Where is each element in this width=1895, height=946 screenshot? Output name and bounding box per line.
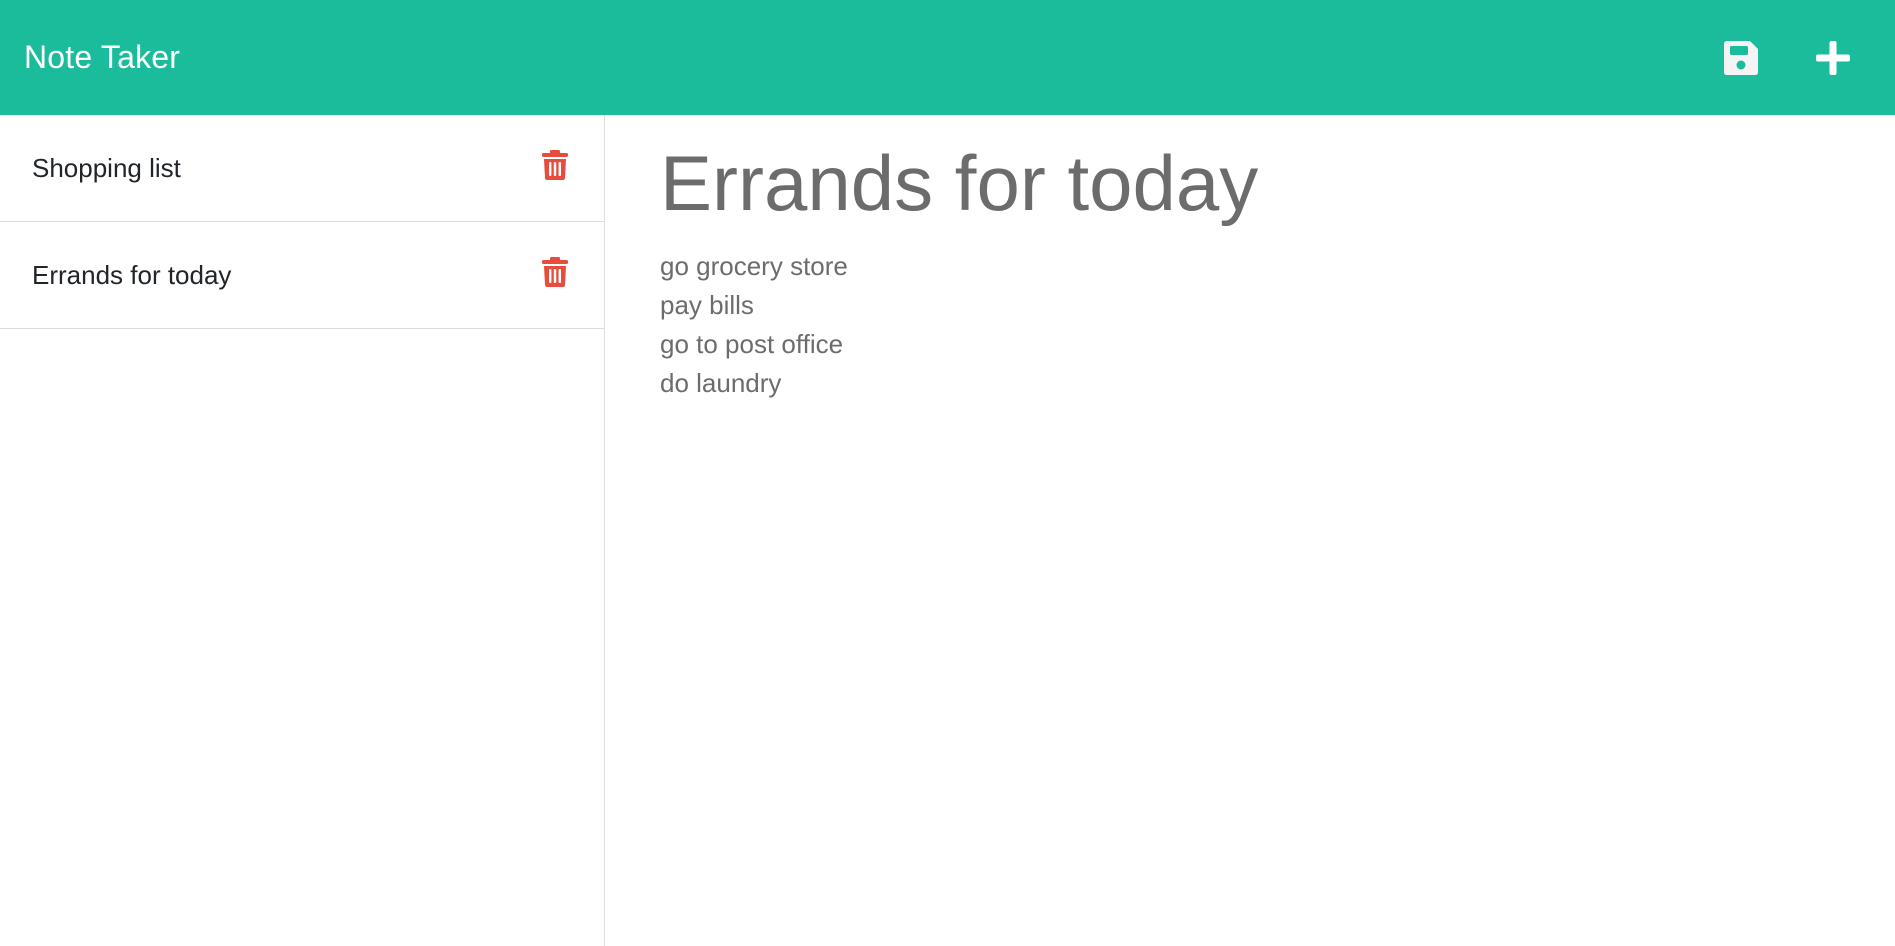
note-list-item[interactable]: Errands for today: [0, 222, 604, 329]
app-title: Note Taker: [24, 39, 181, 75]
new-note-button[interactable]: [1813, 38, 1853, 78]
delete-note-button[interactable]: [540, 255, 570, 289]
trash-icon: [542, 150, 568, 180]
note-body-line: go to post office: [660, 328, 844, 359]
note-list: Shopping list Errands for today: [0, 115, 605, 946]
floppy-disk-icon: [1724, 40, 1758, 75]
plus-icon: [1816, 40, 1850, 75]
note-list-item-title: Shopping list: [32, 152, 181, 183]
note-title-field[interactable]: Errands for today: [660, 140, 1840, 227]
save-note-button[interactable]: [1721, 38, 1761, 78]
note-list-item[interactable]: Shopping list: [0, 115, 604, 222]
note-body-line: pay bills: [660, 289, 754, 320]
note-list-item-title: Errands for today: [32, 259, 232, 290]
nav-actions: [1721, 38, 1871, 78]
delete-note-button[interactable]: [540, 148, 570, 182]
note-body-field[interactable]: go grocery store pay bills go to post of…: [660, 247, 1840, 403]
note-body-line: go grocery store: [660, 250, 848, 281]
navbar: Note Taker: [0, 0, 1895, 115]
note-editor: Errands for today go grocery store pay b…: [605, 115, 1895, 946]
note-body-line: do laundry: [660, 367, 782, 398]
trash-icon: [542, 257, 568, 287]
